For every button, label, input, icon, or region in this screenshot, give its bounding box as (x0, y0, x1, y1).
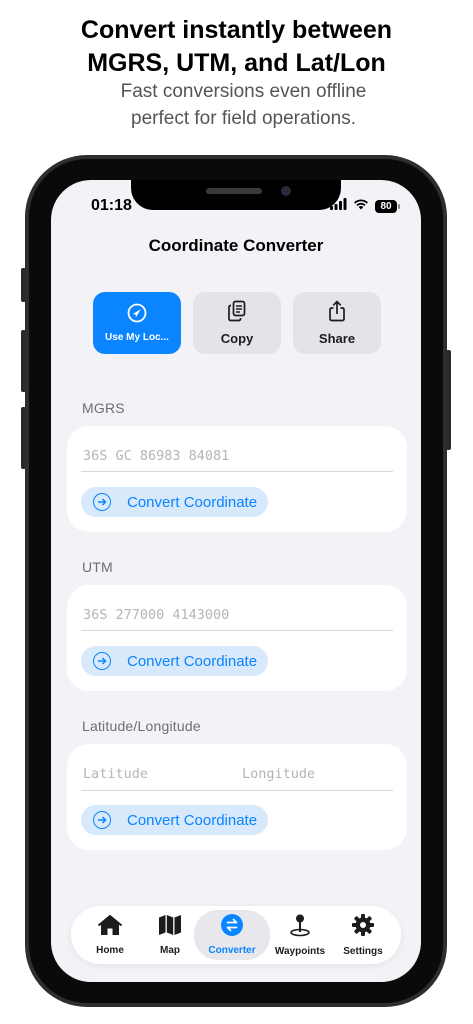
gear-icon (351, 913, 375, 942)
latlon-convert-button[interactable]: Convert Coordinate (81, 805, 268, 835)
tab-map[interactable]: Map (145, 906, 195, 964)
subhead-line-2: perfect for field operations. (131, 108, 356, 129)
mgrs-card: Convert Coordinate (67, 426, 407, 532)
arrow-right-circle-icon (93, 652, 111, 670)
wifi-icon (353, 197, 369, 215)
tab-waypoints-label: Waypoints (274, 946, 326, 957)
share-icon (327, 300, 347, 327)
longitude-input[interactable] (240, 758, 390, 789)
utm-section-label: UTM (82, 559, 113, 575)
tab-settings-label: Settings (343, 946, 383, 957)
speaker (206, 188, 262, 194)
copy-label: Copy (220, 331, 254, 346)
subhead-line-1: Fast conversions even offline (120, 81, 367, 102)
latlon-convert-label: Convert Coordinate (127, 811, 258, 829)
tab-converter[interactable]: Converter (194, 910, 270, 960)
promo-subhead: Fast conversions even offline perfect fo… (0, 78, 473, 132)
tab-waypoints[interactable]: Waypoints (271, 906, 329, 964)
headline-line-1: Convert instantly between (80, 16, 393, 44)
arrow-right-circle-icon (93, 811, 111, 829)
home-icon (97, 914, 123, 941)
copy-icon (227, 300, 247, 327)
converter-icon (221, 914, 243, 941)
tab-home-label: Home (96, 945, 124, 956)
tab-converter-label: Converter (208, 945, 256, 956)
copy-button[interactable]: Copy (193, 292, 281, 354)
mgrs-section-label: MGRS (82, 400, 125, 416)
quick-actions: Use My Loc... Copy Share (93, 292, 381, 354)
utm-input[interactable] (81, 599, 393, 631)
battery-indicator: 80 (375, 199, 400, 213)
promo-headline: Convert instantly between MGRS, UTM, and… (0, 14, 473, 80)
tab-home[interactable]: Home (85, 906, 135, 964)
headline-line-2: MGRS, UTM, and Lat/Lon (87, 49, 386, 77)
page-title: Coordinate Converter (148, 236, 324, 255)
status-time: 01:18 (91, 197, 132, 214)
signal-icon (330, 197, 347, 215)
arrow-right-circle-icon (93, 493, 111, 511)
use-my-location-button[interactable]: Use My Loc... (93, 292, 181, 354)
utm-card: Convert Coordinate (67, 585, 407, 691)
latitude-input[interactable] (81, 758, 231, 789)
notch (131, 180, 341, 210)
latlon-fields (81, 758, 393, 791)
location-arrow-icon (127, 303, 147, 328)
waypoint-pin-icon (288, 913, 312, 942)
utm-convert-label: Convert Coordinate (127, 652, 258, 670)
use-my-location-label: Use My Loc... (105, 332, 169, 343)
front-camera (281, 186, 291, 196)
status-icons: 80 (330, 197, 400, 215)
tab-map-label: Map (160, 945, 180, 956)
tab-bar: Home Map Converter Waypoints Settings (71, 906, 401, 964)
utm-convert-button[interactable]: Convert Coordinate (81, 646, 268, 676)
map-icon (158, 914, 182, 941)
latlon-card: Convert Coordinate (67, 744, 407, 850)
mgrs-convert-button[interactable]: Convert Coordinate (81, 487, 268, 517)
share-label: Share (318, 331, 356, 346)
phone-screen: 01:18 80 Coordinate Converter Use My Loc… (51, 180, 421, 982)
latlon-section-label: Latitude/Longitude (82, 718, 201, 734)
mgrs-convert-label: Convert Coordinate (127, 493, 258, 511)
share-button[interactable]: Share (293, 292, 381, 354)
mgrs-input[interactable] (81, 440, 393, 472)
tab-settings[interactable]: Settings (335, 906, 391, 964)
